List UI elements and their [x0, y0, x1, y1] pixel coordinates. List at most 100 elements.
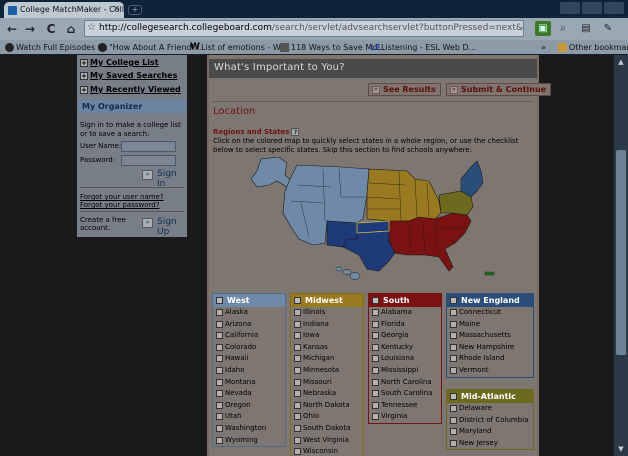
bookmarks-overflow-button[interactable]: »	[541, 42, 546, 53]
bookmark-item[interactable]: 118 Ways to Save Mo...	[280, 42, 385, 53]
menu-my-saved-searches[interactable]: + My Saved Searches	[79, 70, 177, 82]
other-bookmarks-folder[interactable]: Other bookmarks	[558, 42, 628, 53]
back-icon[interactable]: ←	[4, 21, 20, 37]
state-option[interactable]: Illinois	[291, 307, 363, 319]
region-header-mid-atlantic[interactable]: Mid-Atlantic	[447, 390, 533, 403]
state-option[interactable]: Missouri	[291, 377, 363, 389]
state-option[interactable]: New Jersey	[447, 438, 533, 450]
checkbox[interactable]	[450, 297, 457, 304]
checkbox[interactable]	[216, 332, 223, 340]
checkbox[interactable]	[450, 428, 457, 436]
checkbox[interactable]	[372, 309, 379, 316]
search-icon[interactable]: ⌕	[555, 21, 571, 36]
submit-continue-button[interactable]: » Submit & Continue	[446, 83, 552, 96]
checkbox[interactable]	[294, 366, 301, 374]
state-option[interactable]: Arizona	[213, 319, 285, 331]
state-option[interactable]: Iowa	[291, 330, 363, 342]
home-icon[interactable]: ⌂	[63, 21, 79, 37]
state-option[interactable]: Minnesota	[291, 365, 363, 377]
checkbox[interactable]	[216, 436, 223, 444]
state-option[interactable]: Idaho	[213, 365, 285, 377]
state-option[interactable]: Virginia	[369, 411, 441, 423]
state-option[interactable]: North Carolina	[369, 377, 441, 389]
region-header-west[interactable]: West	[213, 294, 285, 307]
state-option[interactable]: Nevada	[213, 388, 285, 400]
page-menu-icon[interactable]: ▤	[578, 21, 594, 36]
scroll-up-icon[interactable]: ▲	[616, 57, 626, 67]
checkbox[interactable]	[372, 297, 379, 304]
checkbox[interactable]	[216, 378, 223, 386]
state-option[interactable]: Michigan	[291, 353, 363, 365]
checkbox[interactable]	[294, 309, 301, 316]
state-option[interactable]: Ohio	[291, 411, 363, 423]
checkbox[interactable]	[372, 320, 379, 328]
checkbox[interactable]	[216, 297, 223, 304]
checkbox[interactable]	[372, 343, 379, 351]
checkbox[interactable]	[294, 343, 301, 351]
state-option[interactable]: Rhode Island	[447, 353, 533, 365]
checkbox[interactable]	[294, 390, 301, 398]
checkbox[interactable]	[372, 413, 379, 421]
checkbox[interactable]	[294, 320, 301, 328]
state-option[interactable]: Nebraska	[291, 388, 363, 400]
checkbox[interactable]	[216, 343, 223, 351]
scroll-down-icon[interactable]: ▼	[616, 444, 626, 454]
checkbox[interactable]	[294, 448, 301, 456]
state-option[interactable]: New Hampshire	[447, 342, 533, 354]
checkbox[interactable]	[450, 393, 457, 400]
state-option[interactable]: South Dakota	[291, 423, 363, 435]
checkbox[interactable]	[450, 320, 457, 328]
state-option[interactable]: Mississippi	[369, 365, 441, 377]
checkbox[interactable]	[450, 439, 457, 447]
checkbox[interactable]	[294, 378, 301, 386]
checkbox[interactable]	[294, 401, 301, 409]
state-option[interactable]: Kentucky	[369, 342, 441, 354]
state-option[interactable]: Montana	[213, 377, 285, 389]
checkbox[interactable]	[372, 378, 379, 386]
checkbox[interactable]	[372, 401, 379, 409]
checkbox[interactable]	[372, 390, 379, 398]
state-option[interactable]: West Virginia	[291, 435, 363, 447]
state-option[interactable]: Florida	[369, 319, 441, 331]
checkbox[interactable]	[216, 390, 223, 398]
checkbox[interactable]	[372, 355, 379, 363]
address-bar[interactable]: ☆ http://collegesearch.collegeboard.com/…	[84, 20, 524, 37]
state-option[interactable]: Vermont	[447, 365, 533, 377]
menu-my-recently-viewed[interactable]: + My Recently Viewed	[79, 84, 181, 96]
state-option[interactable]: North Dakota	[291, 400, 363, 412]
checkbox[interactable]	[216, 309, 223, 316]
checkbox[interactable]	[294, 424, 301, 432]
state-option[interactable]: Alaska	[213, 307, 285, 319]
checkbox[interactable]	[294, 355, 301, 363]
state-option[interactable]: District of Columbia	[447, 415, 533, 427]
state-option[interactable]: Louisiana	[369, 353, 441, 365]
new-tab-button[interactable]: +	[128, 5, 142, 15]
minimize-button[interactable]	[560, 2, 580, 14]
bookmark-item[interactable]: LE Listening - ESL Web D...	[370, 42, 476, 53]
checkbox[interactable]	[450, 366, 457, 374]
checkbox[interactable]	[216, 320, 223, 328]
forgot-username-link[interactable]: Forgot your user name?	[80, 193, 164, 201]
state-option[interactable]: Wisconsin	[291, 446, 363, 456]
checkbox[interactable]	[294, 297, 301, 304]
checkbox[interactable]	[216, 401, 223, 409]
scrollbar-thumb[interactable]	[616, 150, 626, 355]
signup-button[interactable]: » Sign Up	[142, 217, 187, 237]
checkbox[interactable]	[216, 366, 223, 374]
checkbox[interactable]	[372, 332, 379, 340]
state-option[interactable]: Hawaii	[213, 353, 285, 365]
tab-close-icon[interactable]: ×	[112, 4, 120, 14]
reload-icon[interactable]: C	[43, 21, 59, 37]
state-option[interactable]: Delaware	[447, 403, 533, 415]
state-option[interactable]: South Carolina	[369, 388, 441, 400]
region-header-midwest[interactable]: Midwest	[291, 294, 363, 307]
maximize-button[interactable]	[582, 2, 602, 14]
checkbox[interactable]	[216, 355, 223, 363]
checkbox[interactable]	[450, 309, 457, 316]
state-option[interactable]: Alabama	[369, 307, 441, 319]
wrench-icon[interactable]: ✎	[600, 21, 616, 36]
state-option[interactable]: Colorado	[213, 342, 285, 354]
see-results-button[interactable]: » See Results	[368, 83, 441, 96]
state-option[interactable]: Wyoming	[213, 435, 285, 447]
checkbox[interactable]	[294, 332, 301, 340]
